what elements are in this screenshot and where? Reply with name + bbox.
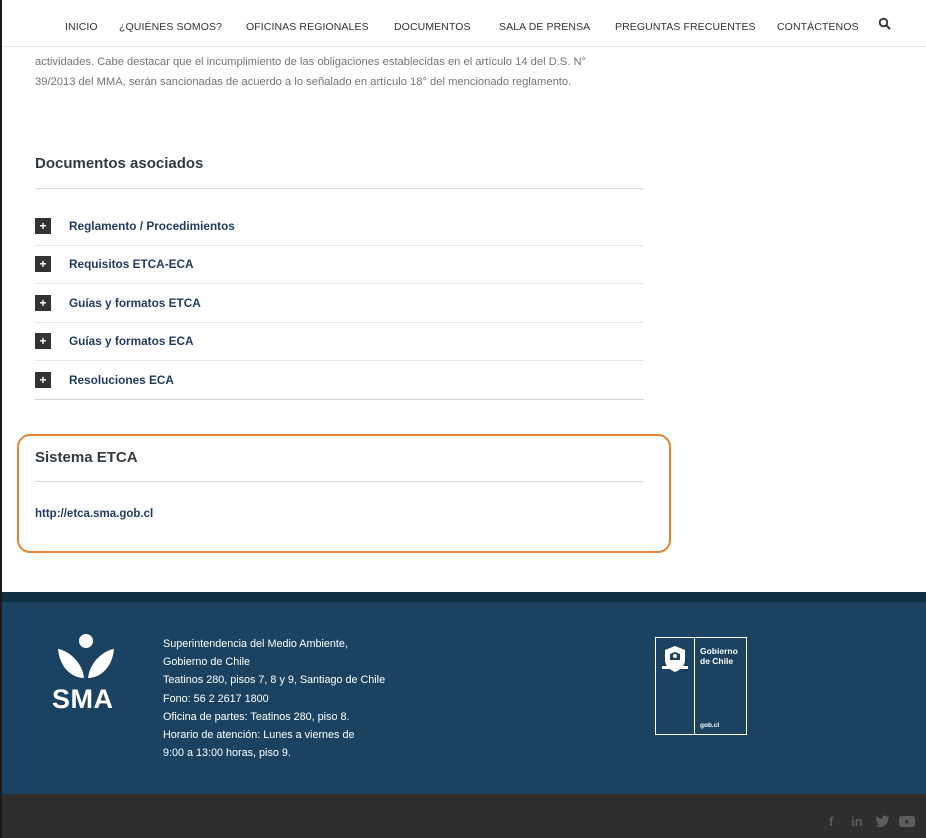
accordion-label[interactable]: Resoluciones ECA <box>69 373 174 387</box>
footer-bottom-bar <box>2 794 926 838</box>
accordion-label[interactable]: Guías y formatos ECA <box>69 334 194 348</box>
intro-paragraph: actividades. Cabe destacar que el incump… <box>35 52 655 92</box>
gobierno-de-chile-logo[interactable]: Gobierno de Chile gob.cl <box>655 637 747 735</box>
gob-url: gob.cl <box>700 722 720 729</box>
plus-icon[interactable]: + <box>35 217 51 234</box>
nav-item-preguntas-frecuentes[interactable]: PREGUNTAS FRECUENTES <box>615 21 756 33</box>
etca-title: Sistema ETCA <box>35 449 138 466</box>
accordion-label[interactable]: Requisitos ETCA-ECA <box>69 257 194 271</box>
linkedin-icon[interactable]: in <box>851 814 863 829</box>
chile-crest-icon <box>662 646 688 672</box>
nav-item-quienes-somos[interactable]: ¿QUIÉNES SOMOS? <box>119 21 222 33</box>
accordion-item-requisitos[interactable]: + Requisitos ETCA-ECA <box>35 246 644 284</box>
accordion-label[interactable]: Reglamento / Procedimientos <box>69 219 235 233</box>
accordion-item-reglamento[interactable]: + Reglamento / Procedimientos <box>35 207 644 246</box>
footer-line: Superintendencia del Medio Ambiente, <box>163 638 348 650</box>
documents-divider <box>35 188 644 189</box>
footer-line: Fono: 56 2 2617 1800 <box>163 692 269 705</box>
footer-top-bar <box>2 592 926 602</box>
accordion-label[interactable]: Guías y formatos ETCA <box>69 296 201 310</box>
documents-title: Documentos asociados <box>35 155 204 172</box>
footer-line: Oficina de partes: Teatinos 280, piso 8. <box>163 710 350 723</box>
plus-icon[interactable]: + <box>35 371 51 388</box>
top-navigation: INICIO ¿QUIÉNES SOMOS? OFICINAS REGIONAL… <box>2 0 926 47</box>
accordion-item-guias-etca[interactable]: + Guías y formatos ETCA <box>35 284 644 323</box>
sma-logo-text: SMA <box>52 684 114 714</box>
nav-item-contactenos[interactable]: CONTÁCTENOS <box>777 21 859 33</box>
etca-link[interactable]: http://etca.sma.gob.cl <box>35 508 153 520</box>
intro-line-1: actividades. Cabe destacar que el incump… <box>35 56 587 68</box>
search-icon[interactable] <box>878 17 892 31</box>
accordion-item-guias-eca[interactable]: + Guías y formatos ECA <box>35 323 644 361</box>
twitter-icon[interactable] <box>875 815 890 828</box>
plus-icon[interactable]: + <box>35 333 51 350</box>
footer-line: 9:00 a 13:00 horas, piso 9. <box>163 747 291 760</box>
footer <box>2 602 926 794</box>
gob-logo-name: Gobierno de Chile <box>700 646 738 666</box>
nav-item-documentos[interactable]: DOCUMENTOS <box>394 21 471 33</box>
footer-line: Horario de atención: Lunes a viernes de <box>163 729 355 742</box>
intro-line-2: 39/2013 del MMA, serán sancionadas de ac… <box>35 76 572 88</box>
documents-accordion: + Reglamento / Procedimientos + Requisit… <box>35 207 644 400</box>
footer-line: Gobierno de Chile <box>163 656 251 669</box>
plus-icon[interactable]: + <box>35 294 51 311</box>
footer-line: Teatinos 280, pisos 7, 8 y 9, Santiago d… <box>163 674 386 687</box>
accordion-item-resoluciones[interactable]: + Resoluciones ECA <box>35 361 644 400</box>
plus-icon[interactable]: + <box>35 256 51 273</box>
facebook-icon[interactable]: f <box>829 814 833 829</box>
footer-contact-info: Superintendencia del Medio Ambiente, Gob… <box>163 635 385 762</box>
gob-logo-divider <box>694 638 695 734</box>
youtube-icon[interactable] <box>899 815 915 828</box>
nav-item-oficinas-regionales[interactable]: OFICINAS REGIONALES <box>246 21 369 33</box>
etca-divider <box>35 481 644 482</box>
gob-line-2: de Chile <box>700 655 734 666</box>
nav-item-sala-de-prensa[interactable]: SALA DE PRENSA <box>499 21 590 33</box>
nav-item-inicio[interactable]: INICIO <box>65 21 98 33</box>
